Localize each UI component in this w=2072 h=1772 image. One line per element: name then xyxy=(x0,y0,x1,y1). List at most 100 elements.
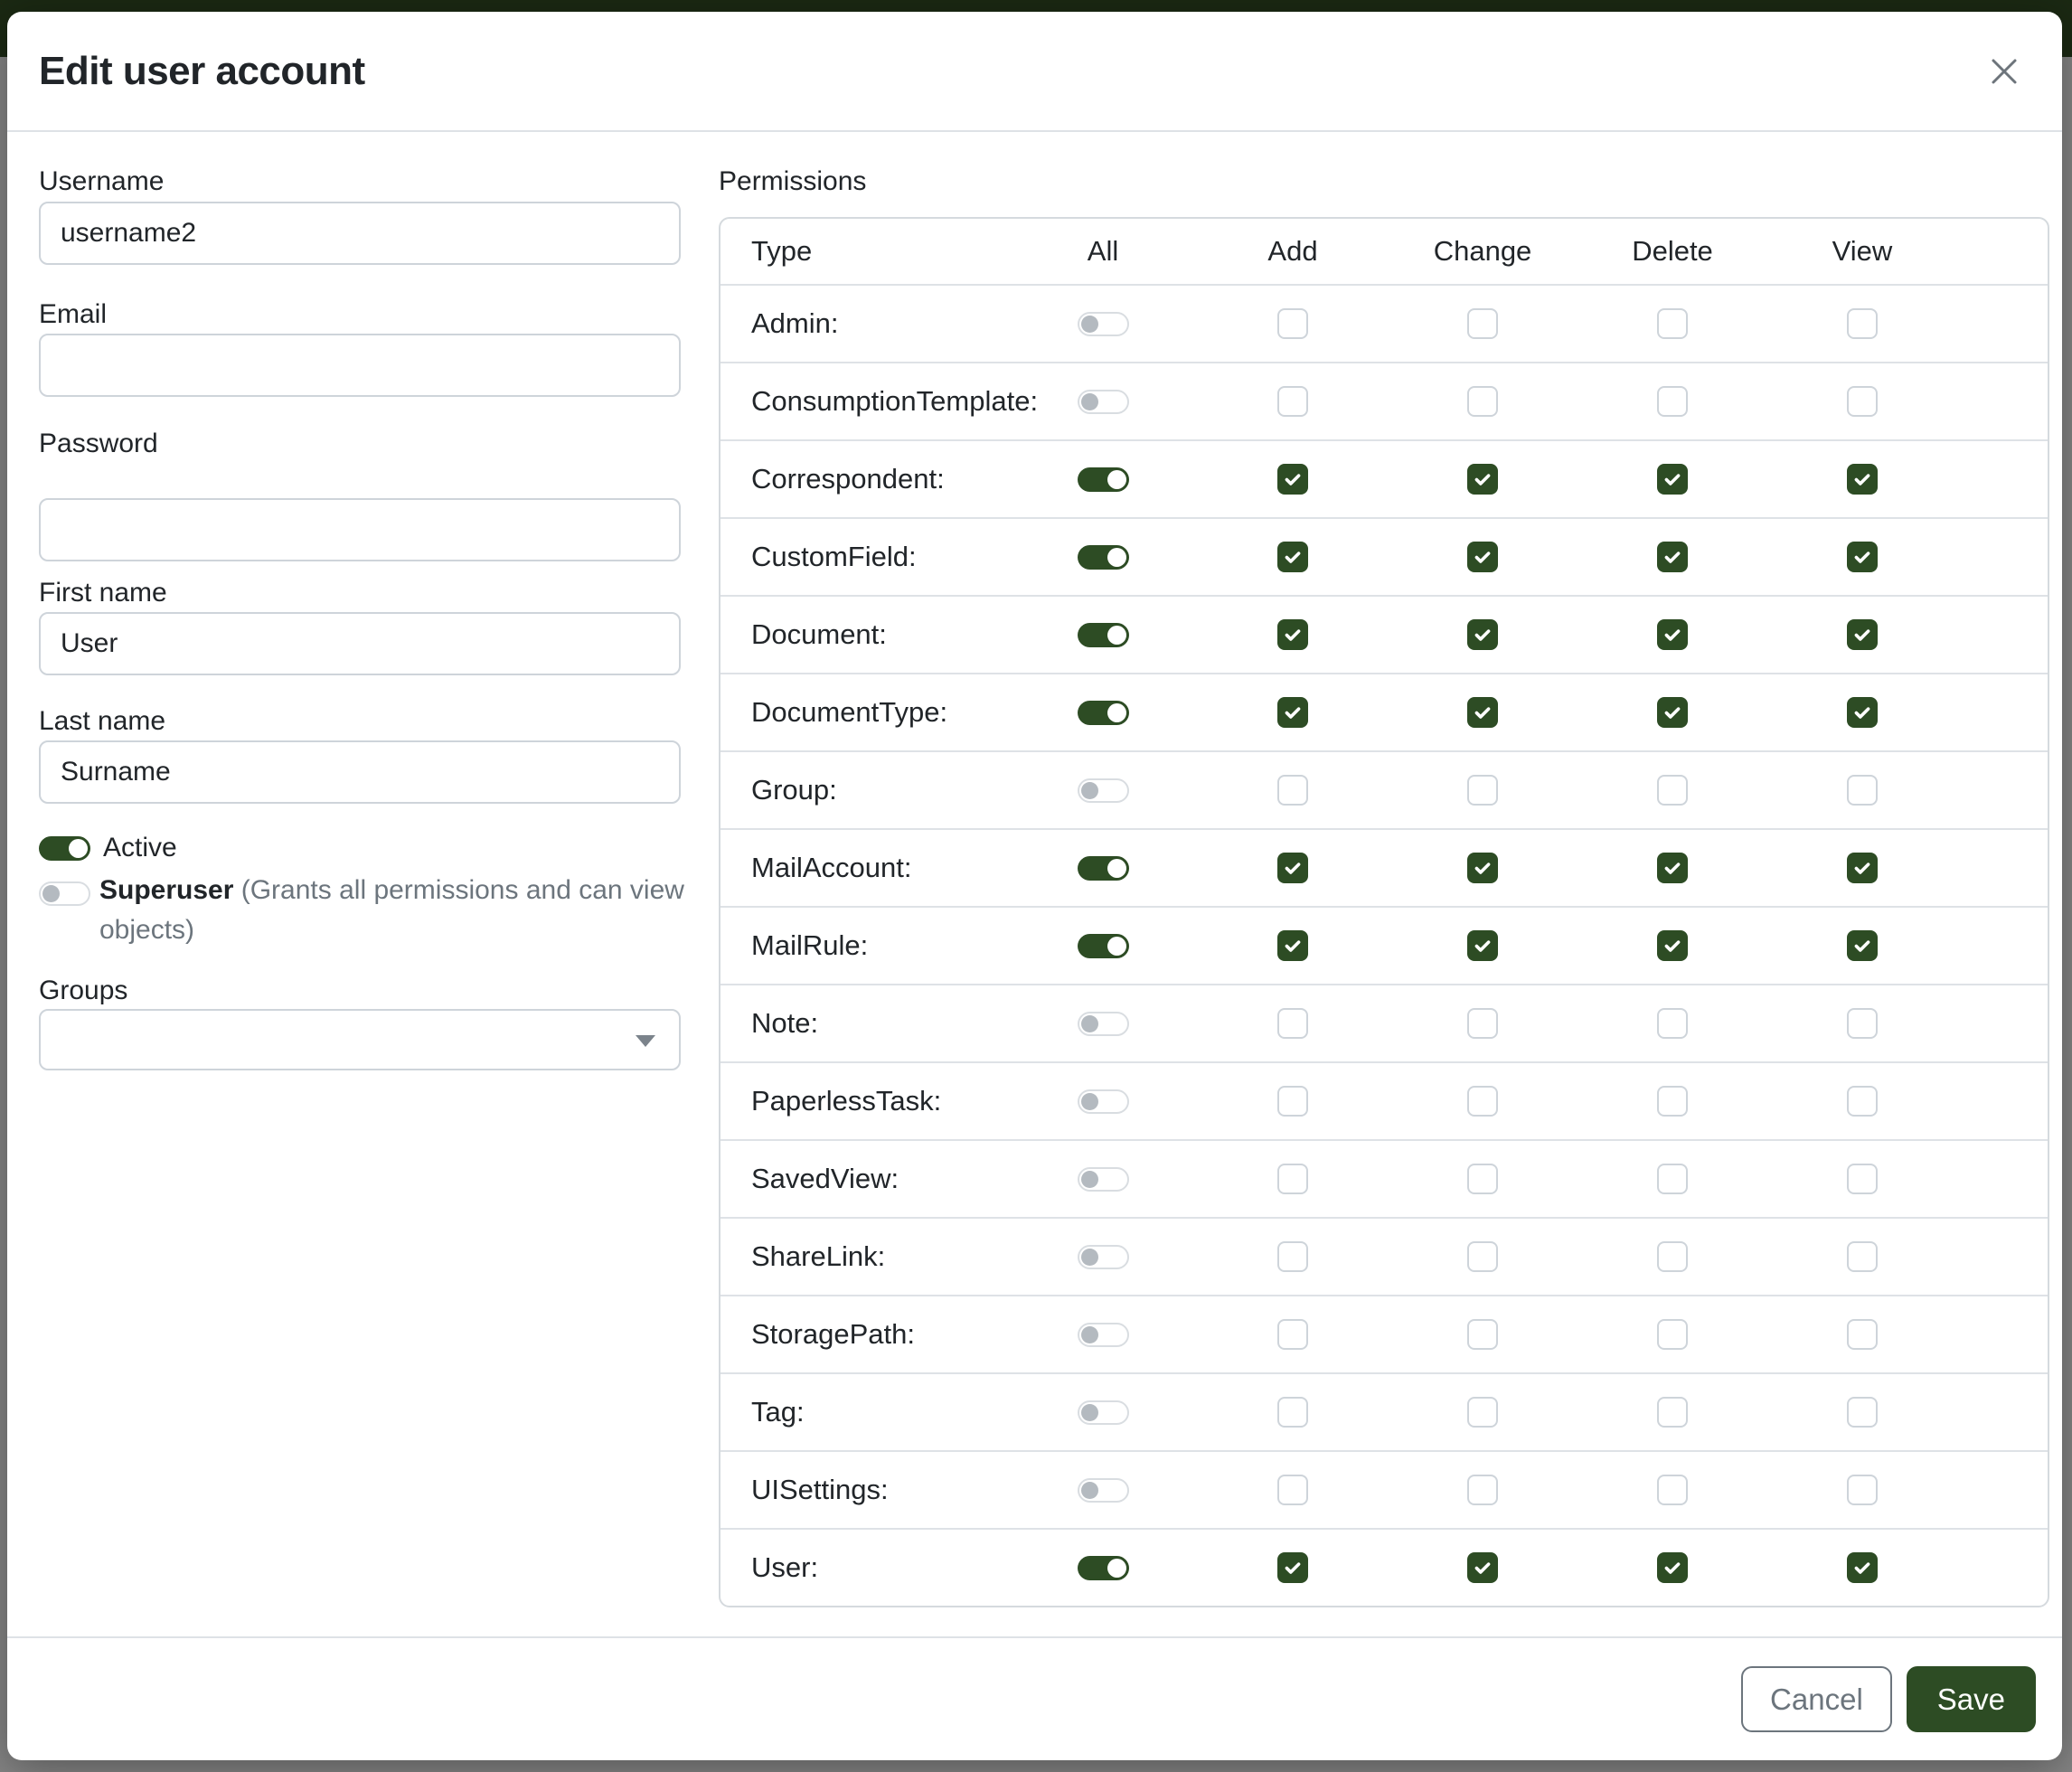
permission-add-checkbox[interactable] xyxy=(1277,1008,1308,1039)
permission-view-checkbox[interactable] xyxy=(1847,775,1878,806)
permission-all-toggle[interactable] xyxy=(1078,390,1129,414)
username-input[interactable] xyxy=(39,202,681,265)
permission-all-toggle[interactable] xyxy=(1078,1323,1129,1347)
cancel-button[interactable]: Cancel xyxy=(1741,1666,1892,1732)
permission-view-checkbox[interactable] xyxy=(1847,1319,1878,1350)
permission-all-toggle[interactable] xyxy=(1078,1478,1129,1503)
permission-add-checkbox[interactable] xyxy=(1277,930,1308,961)
permission-delete-checkbox[interactable] xyxy=(1657,1164,1688,1194)
permission-view-checkbox[interactable] xyxy=(1847,1008,1878,1039)
permission-view-checkbox[interactable] xyxy=(1847,308,1878,339)
permission-all-toggle[interactable] xyxy=(1078,545,1129,570)
permission-add-checkbox[interactable] xyxy=(1277,542,1308,572)
permission-view-checkbox[interactable] xyxy=(1847,386,1878,417)
save-button[interactable]: Save xyxy=(1907,1666,2036,1732)
permission-view-checkbox[interactable] xyxy=(1847,464,1878,495)
last-name-input[interactable] xyxy=(39,740,681,804)
permission-add-checkbox[interactable] xyxy=(1277,1086,1308,1117)
permission-delete-checkbox[interactable] xyxy=(1657,1475,1688,1505)
permission-change-checkbox[interactable] xyxy=(1467,697,1498,728)
permission-all-toggle[interactable] xyxy=(1078,934,1129,958)
permission-change-checkbox[interactable] xyxy=(1467,853,1498,883)
permission-all-toggle[interactable] xyxy=(1078,1245,1129,1269)
permission-add-checkbox[interactable] xyxy=(1277,1397,1308,1428)
permission-view-checkbox[interactable] xyxy=(1847,930,1878,961)
permission-view-checkbox[interactable] xyxy=(1847,619,1878,650)
permission-all-toggle[interactable] xyxy=(1078,701,1129,725)
permission-change-checkbox[interactable] xyxy=(1467,1319,1498,1350)
permission-all-toggle[interactable] xyxy=(1078,856,1129,881)
permission-change-checkbox[interactable] xyxy=(1467,1086,1498,1117)
permission-change-checkbox[interactable] xyxy=(1467,1241,1498,1272)
permission-all-toggle[interactable] xyxy=(1078,467,1129,492)
permission-delete-checkbox[interactable] xyxy=(1657,775,1688,806)
toggle-knob xyxy=(1081,1249,1098,1266)
permission-delete-checkbox[interactable] xyxy=(1657,853,1688,883)
permission-all-toggle[interactable] xyxy=(1078,1556,1129,1580)
permission-delete-checkbox[interactable] xyxy=(1657,697,1688,728)
permission-view-checkbox[interactable] xyxy=(1847,1164,1878,1194)
permission-add-checkbox[interactable] xyxy=(1277,1475,1308,1505)
first-name-input[interactable] xyxy=(39,612,681,675)
permission-all-toggle[interactable] xyxy=(1078,312,1129,336)
permission-add-checkbox[interactable] xyxy=(1277,619,1308,650)
permission-view-checkbox[interactable] xyxy=(1847,1475,1878,1505)
permission-delete-checkbox[interactable] xyxy=(1657,1008,1688,1039)
permission-view-checkbox[interactable] xyxy=(1847,1397,1878,1428)
permission-all-toggle[interactable] xyxy=(1078,623,1129,647)
permission-all-toggle[interactable] xyxy=(1078,1400,1129,1425)
permission-all-toggle[interactable] xyxy=(1078,1089,1129,1114)
permission-view-checkbox[interactable] xyxy=(1847,1086,1878,1117)
permission-view-checkbox[interactable] xyxy=(1847,697,1878,728)
permission-add-checkbox[interactable] xyxy=(1277,1319,1308,1350)
close-button[interactable] xyxy=(1981,48,2028,95)
permission-change-checkbox[interactable] xyxy=(1467,1164,1498,1194)
permission-change-checkbox[interactable] xyxy=(1467,1475,1498,1505)
permission-all-toggle[interactable] xyxy=(1078,1167,1129,1192)
permission-delete-checkbox[interactable] xyxy=(1657,386,1688,417)
permission-change-checkbox[interactable] xyxy=(1467,464,1498,495)
active-toggle[interactable] xyxy=(39,836,90,861)
password-input[interactable] xyxy=(39,498,681,561)
permission-delete-checkbox[interactable] xyxy=(1657,1241,1688,1272)
permission-change-checkbox[interactable] xyxy=(1467,1552,1498,1583)
permission-change-checkbox[interactable] xyxy=(1467,308,1498,339)
permission-change-checkbox[interactable] xyxy=(1467,775,1498,806)
permission-add-checkbox[interactable] xyxy=(1277,1241,1308,1272)
permission-add-checkbox[interactable] xyxy=(1277,308,1308,339)
permission-view-checkbox[interactable] xyxy=(1847,1552,1878,1583)
permission-add-checkbox[interactable] xyxy=(1277,386,1308,417)
permission-add-checkbox[interactable] xyxy=(1277,1164,1308,1194)
groups-select[interactable] xyxy=(39,1009,681,1070)
permission-change-checkbox[interactable] xyxy=(1467,1008,1498,1039)
permission-all-toggle[interactable] xyxy=(1078,778,1129,803)
permission-add-checkbox[interactable] xyxy=(1277,697,1308,728)
permission-delete-checkbox[interactable] xyxy=(1657,930,1688,961)
permission-view-checkbox[interactable] xyxy=(1847,1241,1878,1272)
permission-change-checkbox[interactable] xyxy=(1467,619,1498,650)
permission-change-checkbox[interactable] xyxy=(1467,1397,1498,1428)
permission-delete-checkbox[interactable] xyxy=(1657,619,1688,650)
permission-add-checkbox[interactable] xyxy=(1277,464,1308,495)
groups-label: Groups xyxy=(39,973,127,1009)
permission-add-checkbox[interactable] xyxy=(1277,1552,1308,1583)
permission-all-toggle[interactable] xyxy=(1078,1012,1129,1036)
permission-delete-checkbox[interactable] xyxy=(1657,464,1688,495)
permission-type-label: Admin: xyxy=(720,307,1008,340)
permission-view-checkbox[interactable] xyxy=(1847,853,1878,883)
permission-change-checkbox[interactable] xyxy=(1467,930,1498,961)
permission-change-checkbox[interactable] xyxy=(1467,386,1498,417)
permission-delete-checkbox[interactable] xyxy=(1657,1552,1688,1583)
permission-delete-checkbox[interactable] xyxy=(1657,542,1688,572)
permission-add-checkbox[interactable] xyxy=(1277,853,1308,883)
permission-type-label: MailAccount: xyxy=(720,852,1008,884)
permission-add-checkbox[interactable] xyxy=(1277,775,1308,806)
permission-delete-checkbox[interactable] xyxy=(1657,1397,1688,1428)
email-input[interactable] xyxy=(39,334,681,397)
superuser-toggle[interactable] xyxy=(39,881,90,906)
permission-delete-checkbox[interactable] xyxy=(1657,1319,1688,1350)
permission-delete-checkbox[interactable] xyxy=(1657,308,1688,339)
permission-change-checkbox[interactable] xyxy=(1467,542,1498,572)
permission-delete-checkbox[interactable] xyxy=(1657,1086,1688,1117)
permission-view-checkbox[interactable] xyxy=(1847,542,1878,572)
